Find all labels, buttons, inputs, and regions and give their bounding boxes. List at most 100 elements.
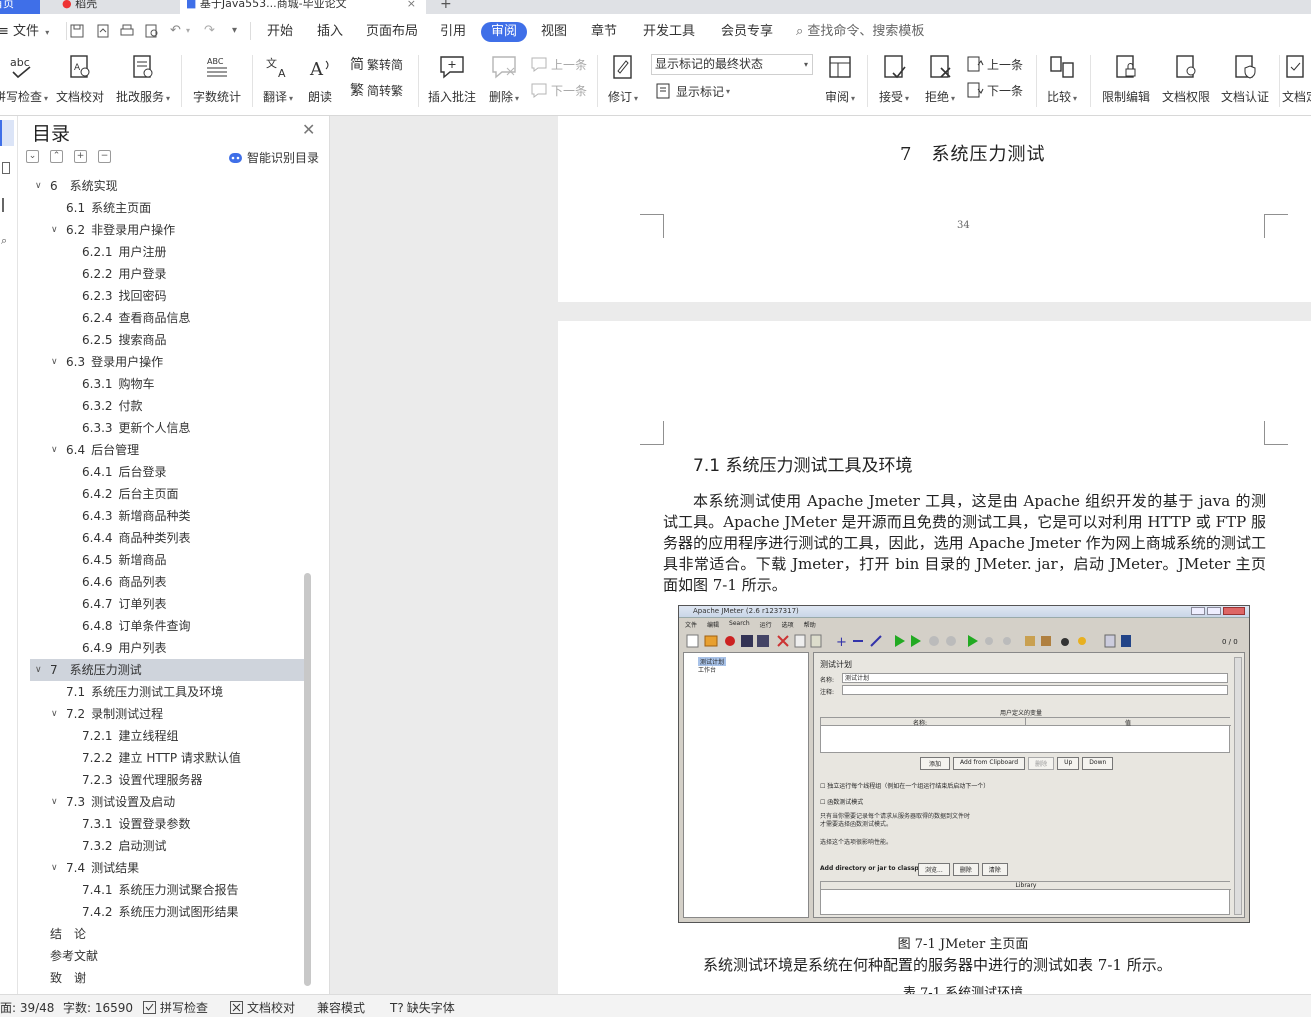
toc-item[interactable]: 6.4.2 后台主页面 [30, 483, 304, 505]
add-heading-icon[interactable]: + [74, 150, 87, 163]
toc-item[interactable]: 6.3.1 购物车 [30, 373, 304, 395]
delete-comment-button[interactable]: 删除 ▾ [484, 51, 524, 109]
chapter-nav-icon[interactable] [2, 162, 10, 174]
toc-item[interactable]: ∨ 6.3 登录用户操作 [30, 351, 304, 373]
command-search[interactable]: ⌕ 查找命令、搜索模板 [796, 23, 924, 41]
batch-service-button[interactable]: 批改服务 ▾ [112, 51, 174, 109]
smart-toc-button[interactable]: 智能识别目录 [228, 149, 319, 166]
missing-font-button[interactable]: T? 缺失字体 [390, 999, 455, 1016]
insert-comment-button[interactable]: 插入批注 [424, 51, 480, 109]
tab-developer[interactable]: 开发工具 [643, 23, 695, 41]
compare-button[interactable]: 比较 ▾ [1042, 51, 1082, 109]
toc-item[interactable]: 6.2.1 用户注册 [30, 241, 304, 263]
toc-item[interactable]: 致 谢 [30, 967, 304, 989]
file-menu[interactable]: ≡ 文件 ▾ [0, 23, 49, 42]
to-simplified-button[interactable]: 繁简转繁 [350, 79, 403, 101]
read-aloud-button[interactable]: A 朗读 [302, 51, 338, 109]
print-preview-icon[interactable] [145, 24, 159, 38]
toc-item[interactable]: 6.4.9 用户列表 [30, 637, 304, 659]
expand-toggle-icon[interactable]: ∨ [51, 351, 58, 373]
toc-item[interactable]: ∨ 7.4 测试结果 [30, 857, 304, 879]
toc-item[interactable]: 6.4.4 商品种类列表 [30, 527, 304, 549]
word-count-button[interactable]: ABC 字数统计 [190, 51, 244, 109]
toc-item[interactable]: ∨ 6.2 非登录用户操作 [30, 219, 304, 241]
prev-change-button[interactable]: 上一条 [966, 53, 1023, 75]
translate-button[interactable]: 文A 翻译 ▾ [258, 51, 298, 109]
redo-icon[interactable]: ↷ [204, 22, 215, 40]
expand-toggle-icon[interactable]: ∨ [35, 175, 42, 197]
tab-view[interactable]: 视图 [541, 23, 567, 41]
toc-item[interactable]: 7.2.3 设置代理服务器 [30, 769, 304, 791]
next-change-button[interactable]: 下一条 [966, 79, 1023, 101]
tab-document[interactable]: ■ 基于Java553...商城-毕业论文 × [180, 0, 426, 14]
tab-close-icon[interactable]: × [407, 0, 416, 14]
toc-item[interactable]: 结 论 [30, 923, 304, 945]
reject-button[interactable]: 拒绝 ▾ [920, 51, 960, 109]
toc-item[interactable]: 6.4.5 新增商品 [30, 549, 304, 571]
toc-scrollbar[interactable] [304, 573, 311, 986]
toc-item[interactable]: 7.3.1 设置登录参数 [30, 813, 304, 835]
toc-item[interactable]: 参考文献 [30, 945, 304, 967]
toc-item[interactable]: 7.4.1 系统压力测试聚合报告 [30, 879, 304, 901]
tab-references[interactable]: 引用 [440, 23, 466, 41]
spellcheck-button[interactable]: abc 拼写检查▾ [0, 51, 48, 109]
print-icon[interactable] [120, 24, 134, 38]
bookmark-nav-icon[interactable] [2, 198, 10, 212]
track-changes-button[interactable]: 修订 ▾ [603, 51, 643, 109]
tab-home[interactable]: 首页 [0, 0, 40, 14]
expand-toggle-icon[interactable]: ∨ [51, 703, 58, 725]
tab-docer[interactable]: ● 稻壳 [56, 0, 166, 14]
markup-mode-select[interactable]: 显示标记的最终状态 ▾ [651, 54, 813, 75]
doc-finalize-button[interactable]: 文档定稿 [1282, 51, 1311, 109]
toc-item[interactable]: ∨ 7 系统压力测试 [30, 659, 304, 681]
toc-item[interactable]: 6.3.2 付款 [30, 395, 304, 417]
word-count-indicator[interactable]: 字数: 16590 [63, 999, 133, 1016]
toc-item[interactable]: 7.4.2 系统压力测试图形结果 [30, 901, 304, 923]
tab-page-layout[interactable]: 页面布局 [366, 23, 418, 41]
toc-item[interactable]: 6.2.5 搜索商品 [30, 329, 304, 351]
toc-item[interactable]: ∨ 7.2 录制测试过程 [30, 703, 304, 725]
toc-item[interactable]: 6.4.3 新增商品种类 [30, 505, 304, 527]
expand-toggle-icon[interactable]: ∨ [51, 791, 58, 813]
next-comment-button[interactable]: 下一条 [530, 79, 587, 101]
expand-toggle-icon[interactable]: ∨ [35, 659, 42, 681]
prev-comment-button[interactable]: 上一条 [530, 53, 587, 75]
spellcheck-toggle[interactable]: 拼写检查 [143, 999, 208, 1016]
quick-access-dropdown-icon[interactable]: ▾ [232, 22, 237, 40]
undo-icon[interactable]: ↶ [170, 22, 181, 40]
remove-heading-icon[interactable]: − [98, 150, 111, 163]
expand-toggle-icon[interactable]: ∨ [51, 439, 58, 461]
toc-item[interactable]: 6.4.7 订单列表 [30, 593, 304, 615]
toc-item[interactable]: ∨ 7.3 测试设置及启动 [30, 791, 304, 813]
expand-toggle-icon[interactable]: ∨ [51, 857, 58, 879]
toc-item[interactable]: 6.4.1 后台登录 [30, 461, 304, 483]
to-traditional-button[interactable]: 简繁转简 [350, 53, 403, 75]
save-icon[interactable] [70, 24, 84, 38]
toc-nav-icon[interactable] [0, 120, 14, 146]
toc-item[interactable]: 7.2.2 建立 HTTP 请求默认值 [30, 747, 304, 769]
export-pdf-icon[interactable] [96, 24, 110, 38]
toc-item[interactable]: 6.4.6 商品列表 [30, 571, 304, 593]
tab-insert[interactable]: 插入 [317, 23, 343, 41]
collapse-all-icon[interactable]: ⌄ [26, 150, 39, 163]
close-icon[interactable]: ✕ [302, 120, 315, 139]
toc-item[interactable]: 6.2.4 查看商品信息 [30, 307, 304, 329]
toc-item[interactable]: ∨ 6 系统实现 [30, 175, 304, 197]
show-markup-button[interactable]: 显示标记 ▾ [655, 80, 730, 102]
toc-item[interactable]: 6.2.2 用户登录 [30, 263, 304, 285]
tab-chapter[interactable]: 章节 [591, 23, 617, 41]
expand-toggle-icon[interactable]: ∨ [51, 219, 58, 241]
toc-item[interactable]: 7.2.1 建立线程组 [30, 725, 304, 747]
expand-up-icon[interactable]: ⌃ [50, 150, 63, 163]
undo-dropdown-icon[interactable]: ▾ [186, 22, 190, 40]
doc-proof-button[interactable]: A 文档校对 [54, 51, 106, 109]
toc-item[interactable]: ∨ 6.4 后台管理 [30, 439, 304, 461]
doc-certify-button[interactable]: 文档认证 [1217, 51, 1273, 109]
restrict-edit-button[interactable]: 限制编辑 [1098, 51, 1154, 109]
tab-review[interactable]: 审阅 [481, 22, 528, 42]
toc-item[interactable]: 6.3.3 更新个人信息 [30, 417, 304, 439]
review-pane-button[interactable]: 审阅 ▾ [820, 51, 860, 109]
tab-membership[interactable]: 会员专享 [721, 23, 773, 41]
doc-permission-button[interactable]: 文档权限 [1158, 51, 1214, 109]
toc-item[interactable]: 7.3.2 启动测试 [30, 835, 304, 857]
